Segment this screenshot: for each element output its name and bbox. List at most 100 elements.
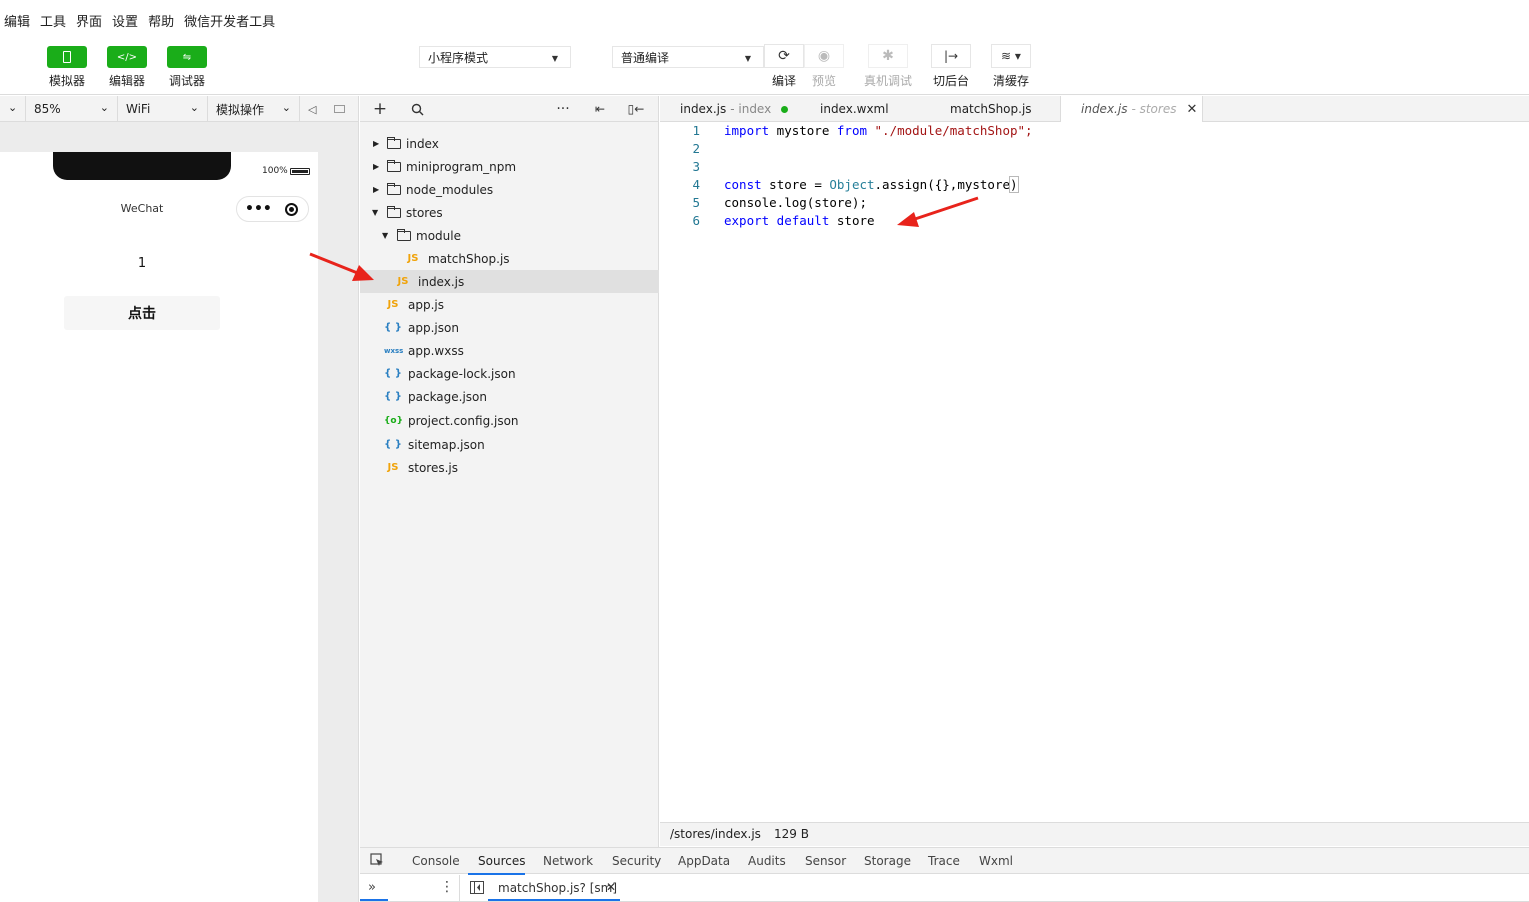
sim-ops-select[interactable]: 模拟操作 ⌄ — [208, 96, 300, 122]
device-select[interactable]: ⌄ — [0, 96, 26, 122]
json-file-icon: { } — [384, 368, 402, 379]
tab-index-wxml[interactable]: index.wxml — [800, 96, 930, 122]
tab-label: index.js — [1081, 102, 1128, 116]
background-button[interactable]: |→ — [931, 44, 971, 68]
debugger-toggle-button[interactable]: ⇋ — [167, 46, 207, 68]
remote-debug-button[interactable]: ✱ — [868, 44, 908, 68]
devtab-storage[interactable]: Storage — [864, 854, 911, 868]
tree-label: app.js — [408, 297, 444, 312]
tab-matchshop-js[interactable]: matchShop.js — [930, 96, 1060, 122]
code-text: const store = Object.assign({},mystore) — [724, 176, 1019, 193]
counter-value: 1 — [137, 256, 147, 271]
devtab-trace[interactable]: Trace — [928, 854, 960, 868]
tree-label: miniprogram_npm — [406, 159, 517, 174]
kebab-menu-icon[interactable]: ⋮ — [440, 879, 454, 895]
folder-open-icon — [397, 228, 411, 241]
sliders-icon: ⇋ — [182, 51, 192, 63]
compile-mode-select[interactable]: 普通编译 ▼ — [612, 46, 764, 68]
inspect-icon[interactable] — [370, 853, 384, 870]
menu-edit[interactable]: 编辑 — [4, 11, 30, 30]
tree-file-package-json[interactable]: { } package.json — [360, 385, 659, 408]
preview-label: 预览 — [811, 74, 836, 88]
simulator-toggle-button[interactable] — [47, 46, 87, 68]
tree-folder-index[interactable]: ▶ index — [360, 132, 659, 155]
more-dots-icon[interactable]: ••• — [245, 201, 272, 217]
menu-view[interactable]: 界面 — [76, 11, 102, 30]
tree-folder-stores[interactable]: ▼ stores — [360, 201, 659, 224]
close-icon[interactable]: ✕ — [606, 880, 616, 894]
remote-debug-label: 真机调试 — [863, 74, 912, 88]
tree-file-index-js[interactable]: JS index.js — [360, 270, 659, 293]
close-icon[interactable]: ✕ — [1186, 102, 1197, 117]
tree-label: package.json — [408, 389, 488, 404]
tree-file-project-config-json[interactable]: {o} project.config.json — [360, 409, 659, 432]
source-file-tab[interactable]: matchShop.js? [sm] ✕ — [488, 875, 620, 901]
js-file-icon: JS — [387, 299, 399, 310]
devtab-sensor[interactable]: Sensor — [805, 854, 846, 868]
mode-select[interactable]: 小程序模式 ▼ — [419, 46, 571, 68]
more-icon[interactable]: ··· — [554, 100, 572, 118]
devtab-audits[interactable]: Audits — [748, 854, 786, 868]
menu-tools[interactable]: 工具 — [40, 11, 66, 30]
devtools-tabs: Console Sources Network Security AppData… — [360, 847, 1529, 875]
tree-folder-node-modules[interactable]: ▶ node_modules — [360, 178, 659, 201]
tree-file-stores-js[interactable]: JS stores.js — [360, 456, 659, 479]
capsule-menu[interactable]: ••• — [236, 196, 309, 222]
phone-icon — [63, 51, 71, 63]
tab-index-js-stores[interactable]: index.js - stores ✕ — [1060, 96, 1203, 122]
tree-file-matchshop-js[interactable]: JS matchShop.js — [360, 247, 659, 270]
divider — [459, 875, 460, 901]
collapse-all-icon[interactable]: ⇤ — [591, 100, 609, 118]
toggle-navigator-icon[interactable] — [470, 881, 484, 897]
devtab-network[interactable]: Network — [543, 854, 593, 868]
expand-icon[interactable]: » — [368, 880, 376, 895]
popout-button[interactable] — [326, 96, 356, 122]
search-icon[interactable] — [408, 100, 426, 118]
tree-file-app-json[interactable]: { } app.json — [360, 316, 659, 339]
toolbar: 模拟器 </> 编辑器 ⇋ 调试器 小程序模式 ▼ 普通编译 ▼ ⟳ 编译 ◉ … — [0, 32, 1529, 95]
volume-button[interactable]: ◁ — [300, 96, 326, 122]
line-number: 3 — [692, 159, 700, 174]
devtab-wxml[interactable]: Wxml — [979, 854, 1013, 868]
line-number: 5 — [692, 195, 700, 210]
clear-cache-label: 清缓存 — [992, 74, 1029, 88]
tree-label: package-lock.json — [408, 366, 516, 381]
eye-icon: ◉ — [817, 48, 831, 64]
tree-folder-module[interactable]: ▼ module — [360, 224, 659, 247]
code-text: console.log(store); — [724, 195, 867, 210]
zoom-select[interactable]: 85% ⌄ — [26, 96, 118, 122]
editor-toggle-button[interactable]: </> — [107, 46, 147, 68]
toggle-panel-icon[interactable]: ▯← — [627, 100, 645, 118]
menu-help[interactable]: 帮助 — [148, 11, 174, 30]
tree-folder-miniprogram-npm[interactable]: ▶ miniprogram_npm — [360, 155, 659, 178]
preview-button[interactable]: ◉ — [804, 44, 844, 68]
devtab-security[interactable]: Security — [612, 854, 661, 868]
code-editor[interactable]: 1 import mystore from "./module/matchSho… — [660, 122, 1529, 822]
line-number: 6 — [692, 213, 700, 228]
explorer-toolbar: + ··· ⇤ ▯← — [360, 96, 659, 122]
tree-label: module — [416, 228, 461, 243]
tree-label: project.config.json — [408, 413, 519, 428]
devtab-sources[interactable]: Sources — [478, 854, 525, 868]
tree-file-app-wxss[interactable]: wxss app.wxss — [360, 339, 659, 362]
chevron-down-icon: ⌄ — [8, 101, 18, 114]
caret-right-icon: ▶ — [373, 162, 380, 171]
devtab-console[interactable]: Console — [412, 854, 460, 868]
tab-label: matchShop.js — [950, 102, 1032, 116]
tab-index-js-index[interactable]: index.js - index — [660, 96, 800, 122]
menu-devtools[interactable]: 微信开发者工具 — [184, 11, 275, 30]
tree-file-app-js[interactable]: JS app.js — [360, 293, 659, 316]
close-target-icon[interactable] — [285, 203, 298, 216]
click-button[interactable]: 点击 — [64, 296, 220, 330]
tree-file-package-lock-json[interactable]: { } package-lock.json — [360, 362, 659, 385]
compile-button[interactable]: ⟳ — [764, 44, 804, 68]
clear-cache-button[interactable]: ≋ ▾ — [991, 44, 1031, 68]
tree-file-sitemap-json[interactable]: { } sitemap.json — [360, 433, 659, 456]
menu-settings[interactable]: 设置 — [112, 11, 138, 30]
caret-down-icon: ▼ — [551, 54, 558, 63]
chevron-down-icon: ⌄ — [189, 101, 199, 114]
json-file-icon: { } — [384, 322, 402, 333]
network-select[interactable]: WiFi ⌄ — [118, 96, 208, 122]
devtab-appdata[interactable]: AppData — [678, 854, 730, 868]
add-icon[interactable]: + — [371, 99, 389, 119]
